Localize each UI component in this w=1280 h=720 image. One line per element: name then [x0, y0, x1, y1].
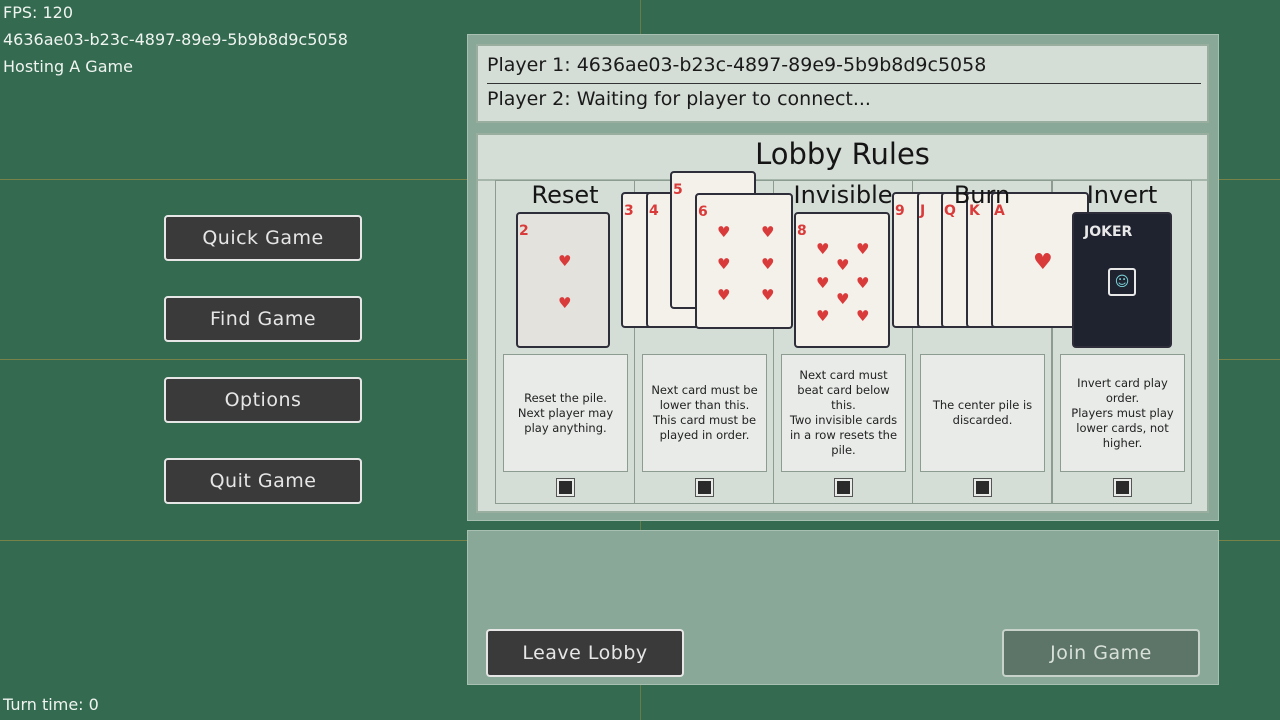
players-box: Player 1: 4636ae03-b23c-4897-89e9-5b9b8d… [476, 44, 1209, 123]
lobby-rules-title: Lobby Rules [755, 137, 930, 171]
heart-icon: ♥ [816, 307, 830, 325]
join-game-button[interactable]: Join Game [1002, 629, 1200, 677]
rule-name: Burn [953, 181, 1011, 209]
card-rank: 8 [797, 223, 807, 239]
rule-name: Invisible [793, 181, 893, 209]
heart-icon: ♥ [558, 294, 572, 312]
card-invisible: 8 ♥ ♥ ♥ ♥ ♥ ♥ ♥ ♥ [794, 212, 890, 348]
card-reset: 2 ♥ ♥ [516, 212, 610, 348]
heart-icon: ♥ [761, 223, 775, 241]
heart-icon: ♥ [856, 274, 870, 292]
heart-icon: ♥ [761, 286, 775, 304]
heart-icon: ♥ [717, 286, 731, 304]
turn-time: Turn time: 0 [3, 695, 99, 714]
rule-checkbox[interactable] [556, 478, 575, 497]
heart-icon: ♥ [836, 256, 850, 274]
rule-name: Reset [531, 181, 599, 209]
player-1-label: Player 1: 4636ae03-b23c-4897-89e9-5b9b8d… [487, 54, 987, 76]
player-id: 4636ae03-b23c-4897-89e9-5b9b8d9c5058 [3, 30, 348, 49]
card-low: 6 ♥ ♥ ♥ ♥ ♥ ♥ [695, 193, 793, 329]
card-rank: 4 [649, 203, 659, 219]
player-2-label: Player 2: Waiting for player to connect.… [487, 88, 871, 110]
heart-icon: ♥ [856, 240, 870, 258]
heart-icon: ♥ [717, 223, 731, 241]
rule-name: Invert [1086, 181, 1158, 209]
heart-icon: ♥ [1033, 250, 1053, 275]
rule-checkbox[interactable] [973, 478, 992, 497]
leave-lobby-button[interactable]: Leave Lobby [486, 629, 684, 677]
heart-icon: ♥ [558, 252, 572, 270]
divider [487, 83, 1201, 84]
heart-icon: ♥ [836, 290, 850, 308]
rule-description: Reset the pile. Next player may play any… [503, 354, 628, 472]
card-joker: JOKER ☺ [1072, 212, 1172, 348]
quick-game-button[interactable]: Quick Game [164, 215, 362, 261]
rule-description: Next card must beat card below this. Two… [781, 354, 906, 472]
heart-icon: ♥ [761, 255, 775, 273]
heart-icon: ♥ [816, 240, 830, 258]
card-rank: 5 [673, 182, 683, 198]
joker-label: JOKER [1084, 224, 1133, 240]
quit-game-button[interactable]: Quit Game [164, 458, 362, 504]
card-rank: 6 [698, 204, 708, 220]
rule-description: Invert card play order. Players must pla… [1060, 354, 1185, 472]
rule-checkbox[interactable] [1113, 478, 1132, 497]
heart-icon: ♥ [717, 255, 731, 273]
heart-icon: ♥ [816, 274, 830, 292]
host-status: Hosting A Game [3, 57, 133, 76]
joker-icon: ☺ [1108, 268, 1136, 296]
heart-icon: ♥ [856, 307, 870, 325]
rule-description: Next card must be lower than this. This … [642, 354, 767, 472]
rule-checkbox[interactable] [695, 478, 714, 497]
rule-checkbox[interactable] [834, 478, 853, 497]
options-button[interactable]: Options [164, 377, 362, 423]
card-rank: 2 [519, 223, 529, 239]
rule-description: The center pile is discarded. [920, 354, 1045, 472]
fps-counter: FPS: 120 [3, 3, 74, 22]
find-game-button[interactable]: Find Game [164, 296, 362, 342]
